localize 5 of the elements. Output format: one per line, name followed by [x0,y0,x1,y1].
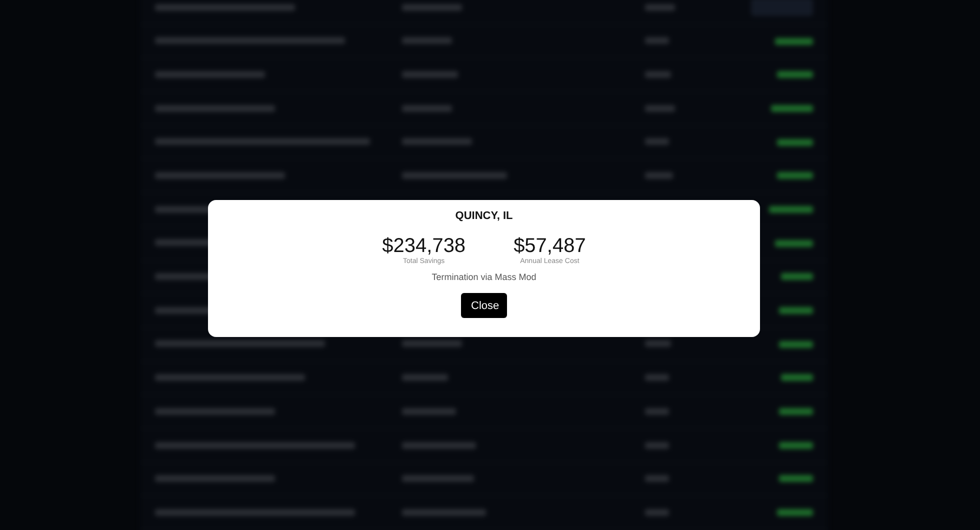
stat-value: $234,738 [382,235,466,257]
stat-value: $57,487 [514,235,586,257]
dialog-title: QUINCY, IL [455,210,513,222]
dialog-note: Termination via Mass Mod [432,272,536,282]
close-button[interactable]: Close [461,293,507,318]
